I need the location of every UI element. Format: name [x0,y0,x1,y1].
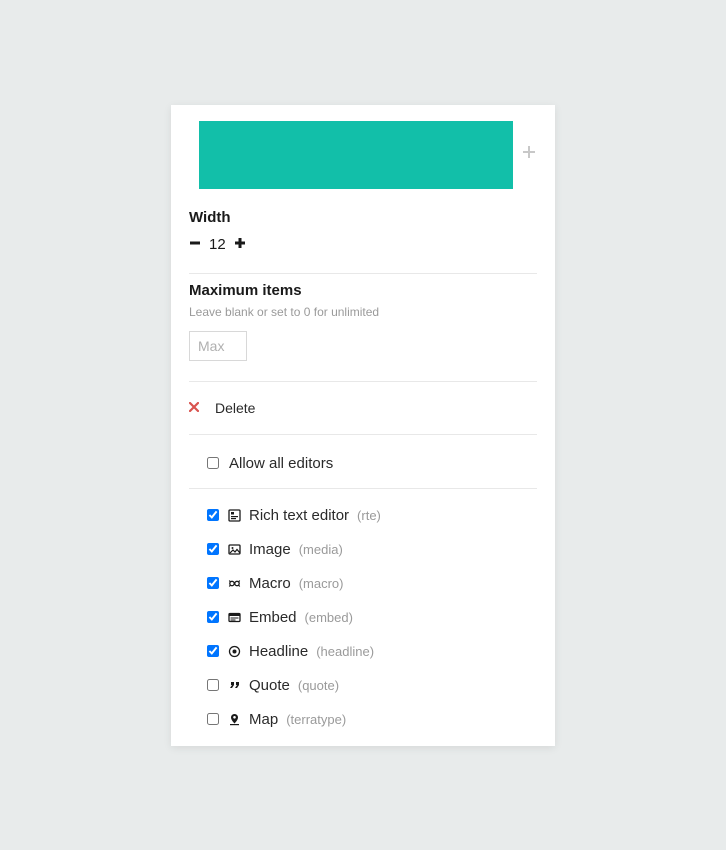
macro-icon [227,576,241,590]
quote-icon [227,678,241,692]
max-items-section: Maximum items Leave blank or set to 0 fo… [189,274,537,382]
allow-all-section: Allow all editors [189,439,537,489]
delete-section: Delete [189,382,537,435]
editor-checkbox[interactable] [207,645,219,657]
delete-label: Delete [215,400,255,416]
close-icon [189,400,199,415]
editor-list: Rich text editor (rte) Image (media) Macro (m… [189,489,537,728]
rte-icon [227,508,241,522]
editor-alias: (headline) [316,644,374,659]
width-section: Width 12 [189,201,537,274]
image-icon [227,542,241,556]
max-items-help: Leave blank or set to 0 for unlimited [189,305,537,319]
headline-icon [227,644,241,658]
width-minus-button[interactable] [189,236,201,252]
max-items-input[interactable] [189,331,247,361]
max-items-label: Maximum items [189,282,537,299]
map-icon [227,712,241,726]
editor-alias: (quote) [298,678,339,693]
editor-item: Embed (embed) [207,609,537,626]
width-label: Width [189,209,537,226]
editor-checkbox[interactable] [207,577,219,589]
embed-icon [227,610,241,624]
editor-checkbox[interactable] [207,543,219,555]
editor-checkbox[interactable] [207,509,219,521]
editor-alias: (rte) [357,508,381,523]
editor-item: Headline (headline) [207,643,537,660]
editor-name: Image [249,541,291,558]
editor-item: Map (terratype) [207,711,537,728]
allow-all-label: Allow all editors [229,455,333,472]
editor-name: Quote [249,677,290,694]
editor-alias: (embed) [305,610,353,625]
editor-item: Image (media) [207,541,537,558]
settings-panel: Width 12 Maximum items Leave blank or se… [171,105,555,746]
preview-row [189,121,537,189]
editor-name: Map [249,711,278,728]
editor-name: Rich text editor [249,507,349,524]
editor-name: Embed [249,609,297,626]
plus-icon[interactable] [521,143,537,166]
editor-item: Rich text editor (rte) [207,507,537,524]
editor-name: Headline [249,643,308,660]
allow-all-checkbox[interactable] [207,457,219,469]
editor-item: Quote (quote) [207,677,537,694]
grid-cell-preview[interactable] [199,121,513,189]
editor-alias: (media) [299,542,343,557]
delete-button[interactable]: Delete [189,400,537,416]
editor-item: Macro (macro) [207,575,537,592]
width-stepper: 12 [189,236,537,253]
editor-alias: (terratype) [286,712,346,727]
editor-checkbox[interactable] [207,611,219,623]
editor-checkbox[interactable] [207,679,219,691]
width-plus-button[interactable] [234,236,246,252]
editor-checkbox[interactable] [207,713,219,725]
width-value: 12 [209,236,226,253]
editor-alias: (macro) [299,576,344,591]
editor-name: Macro [249,575,291,592]
